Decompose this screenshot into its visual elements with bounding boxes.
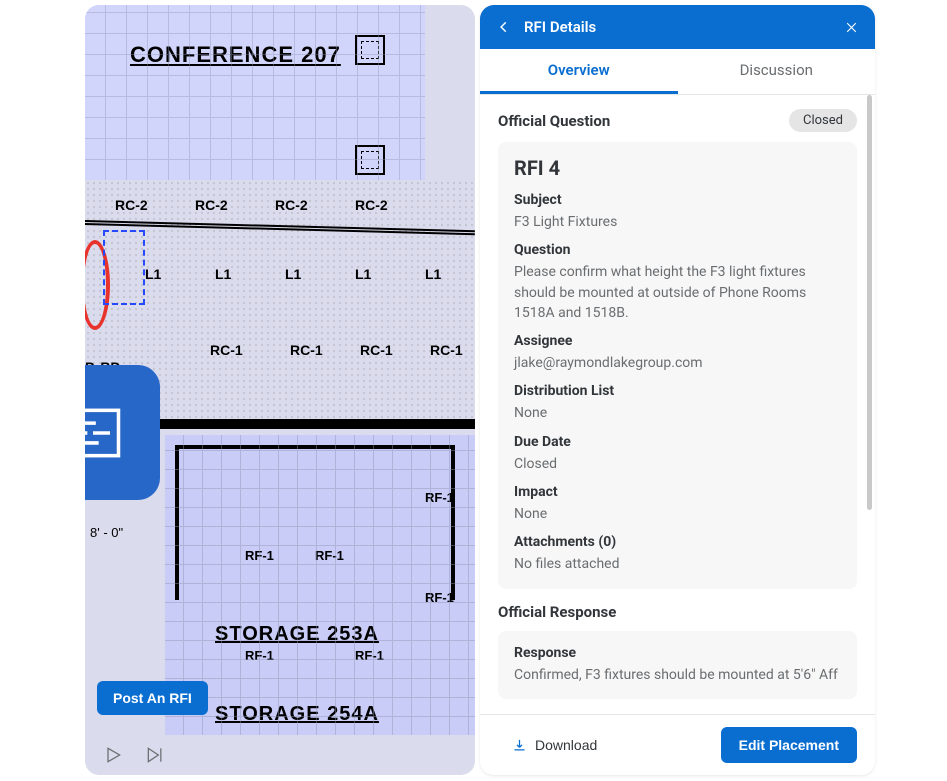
question-card: RFI 4 Subject F3 Light Fixtures Question…	[498, 142, 857, 589]
play-next-icon[interactable]	[145, 745, 165, 765]
response-label: Response	[514, 645, 841, 661]
response-card: Response Confirmed, F3 fixtures should b…	[498, 631, 857, 699]
download-label: Download	[535, 737, 597, 753]
back-button[interactable]	[492, 15, 516, 39]
download-button[interactable]: Download	[498, 729, 611, 761]
label-dim: 8' - 0"	[90, 525, 123, 540]
official-response-heading: Official Response	[498, 603, 857, 621]
panel-title: RFI Details	[524, 18, 839, 36]
rfi-marker-icon[interactable]	[85, 365, 160, 500]
blueprint-viewer[interactable]: CONFERENCE 207 RC-2 RC-2 RC-2 RC-2 L1 L1…	[85, 5, 475, 775]
tab-overview[interactable]: Overview	[480, 49, 678, 94]
edit-placement-button[interactable]: Edit Placement	[721, 727, 857, 763]
post-rfi-button[interactable]: Post An RFI	[97, 681, 208, 715]
question-label: Question	[514, 242, 841, 258]
response-value: Confirmed, F3 fixtures should be mounted…	[514, 665, 841, 685]
rfi-id: RFI 4	[514, 156, 841, 180]
attachments-value: No files attached	[514, 554, 841, 574]
assignee-label: Assignee	[514, 333, 841, 349]
download-icon	[512, 738, 527, 753]
markup-selection	[103, 230, 145, 305]
subject-value: F3 Light Fixtures	[514, 212, 841, 232]
play-icon[interactable]	[103, 745, 123, 765]
assignee-value: jlake@raymondlakegroup.com	[514, 353, 841, 373]
status-badge: Closed	[789, 109, 857, 132]
question-value: Please confirm what height the F3 light …	[514, 262, 841, 323]
due-date-value: Closed	[514, 454, 841, 474]
room-label-storage-a: STORAGE 253A	[215, 623, 379, 646]
scrollbar-thumb[interactable]	[867, 95, 872, 510]
impact-value: None	[514, 504, 841, 524]
panel-body[interactable]: Official Question Closed RFI 4 Subject F…	[480, 95, 875, 714]
tab-discussion[interactable]: Discussion	[678, 49, 876, 94]
distribution-label: Distribution List	[514, 383, 841, 399]
room-label-conference: CONFERENCE 207	[130, 42, 341, 68]
close-button[interactable]	[839, 15, 863, 39]
panel-footer: Download Edit Placement	[480, 714, 875, 775]
room-label-storage-b: STORAGE 254A	[215, 703, 379, 726]
subject-label: Subject	[514, 192, 841, 208]
panel-header: RFI Details	[480, 5, 875, 49]
tab-bar: Overview Discussion	[480, 49, 875, 95]
official-question-heading: Official Question	[498, 112, 610, 130]
impact-label: Impact	[514, 484, 841, 500]
rfi-details-panel: RFI Details Overview Discussion Official…	[480, 5, 875, 775]
attachments-label: Attachments (0)	[514, 534, 841, 550]
due-date-label: Due Date	[514, 434, 841, 450]
distribution-value: None	[514, 403, 841, 423]
